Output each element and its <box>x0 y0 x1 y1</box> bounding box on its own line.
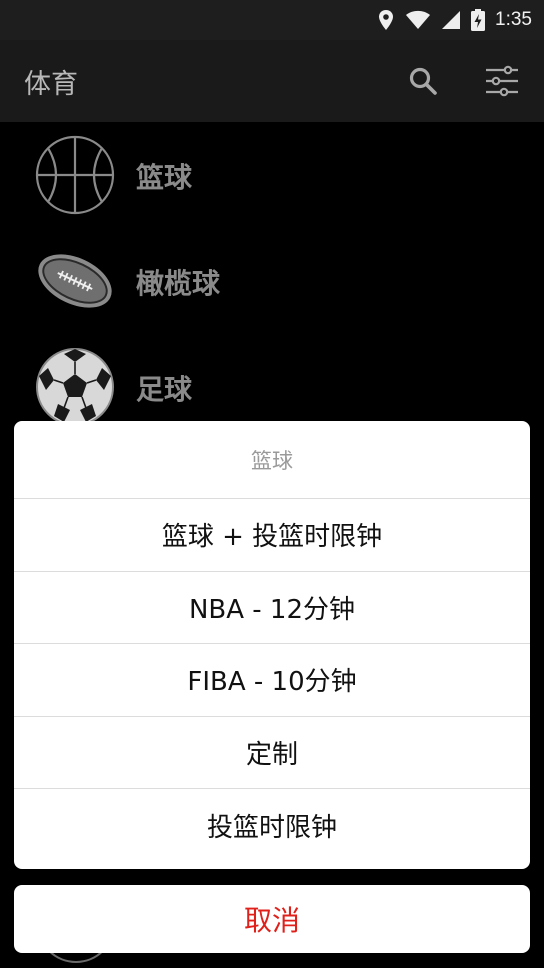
battery-icon <box>471 9 486 31</box>
signal-icon <box>442 11 461 29</box>
sport-label: 橄榄球 <box>136 267 221 300</box>
app-bar: 体育 <box>0 40 544 122</box>
list-item-football[interactable]: 橄榄球 <box>0 228 544 334</box>
option-custom[interactable]: 定制 <box>14 717 530 789</box>
sport-label: 足球 <box>136 373 193 406</box>
wifi-icon <box>406 10 431 29</box>
list-item-basketball[interactable]: 篮球 <box>0 122 544 228</box>
search-button[interactable] <box>404 62 442 100</box>
dialog-title: 篮球 <box>14 421 530 499</box>
action-sheet: 篮球 篮球 + 投篮时限钟 NBA - 12分钟 FIBA - 10分钟 定制 … <box>14 421 530 869</box>
option-shot-clock[interactable]: 投篮时限钟 <box>14 789 530 862</box>
search-icon <box>409 67 437 95</box>
filter-button[interactable] <box>480 60 524 102</box>
filter-icon <box>486 65 518 97</box>
cancel-button[interactable]: 取消 <box>14 885 530 953</box>
sport-label: 篮球 <box>136 161 193 194</box>
location-icon <box>379 10 394 30</box>
option-nba-12min[interactable]: NBA - 12分钟 <box>14 572 530 644</box>
page-title: 体育 <box>24 69 78 100</box>
soccer-ball-icon <box>36 348 114 426</box>
basketball-icon <box>35 135 115 215</box>
status-time: 1:35 <box>495 9 532 30</box>
option-fiba-10min[interactable]: FIBA - 10分钟 <box>14 644 530 717</box>
status-bar: 1:35 <box>0 0 544 40</box>
status-icons: 1:35 <box>377 6 532 34</box>
option-basketball-shot-clock[interactable]: 篮球 + 投篮时限钟 <box>14 499 530 572</box>
football-icon <box>38 254 112 308</box>
